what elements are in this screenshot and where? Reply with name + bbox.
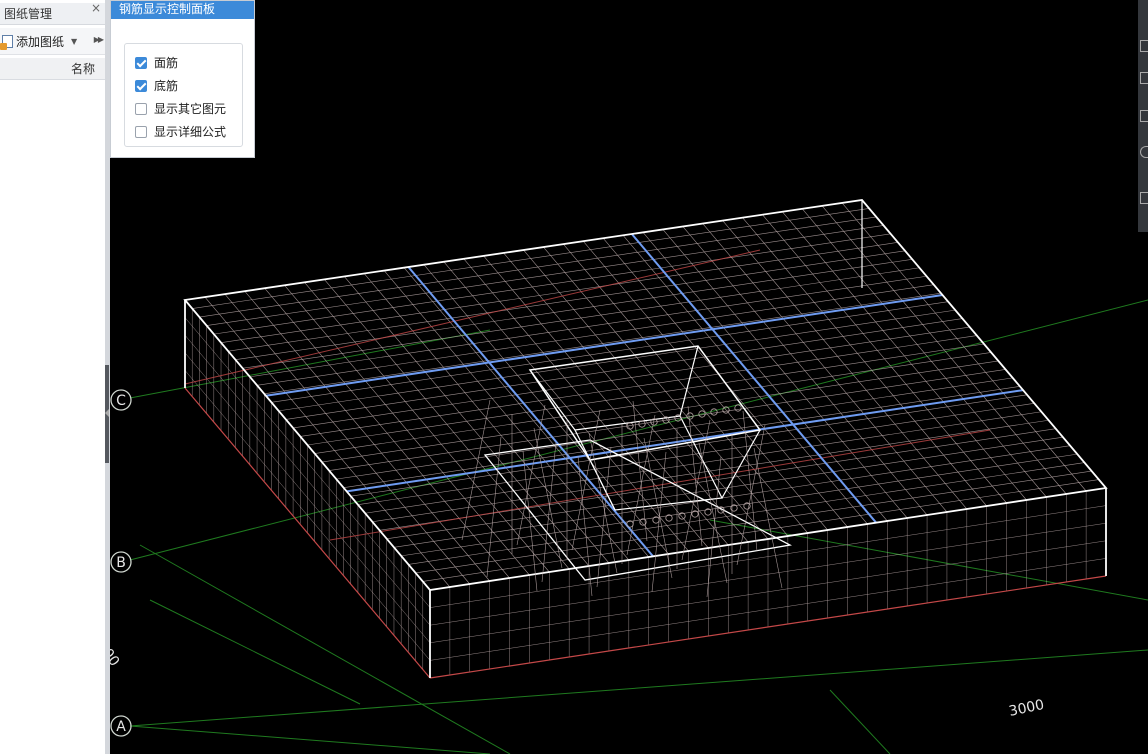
axis-line-diag-1 [139, 544, 511, 754]
collapse-handle[interactable] [105, 365, 109, 463]
inner-edge-red-1 [184, 249, 761, 385]
checkbox-top-rebar[interactable] [135, 56, 147, 69]
checkbox-show-detailed-formula[interactable] [135, 125, 147, 138]
toolbar-icon-5[interactable] [1140, 192, 1148, 204]
checkbox-bottom-rebar[interactable] [135, 79, 147, 92]
top-mesh-line-v [386, 436, 1063, 540]
option-top-rebar[interactable]: 面筋 [135, 54, 178, 71]
top-mesh-line-v [314, 352, 992, 454]
side-face-horizontal [184, 352, 431, 643]
toolbar-icon-3[interactable] [1140, 110, 1148, 122]
top-mesh-line-v [401, 453, 1078, 557]
option-show-detailed-formula[interactable]: 显示详细公式 [135, 123, 226, 140]
rebar-options-group: 面筋 底筋 显示其它图元 显示详细公式 [124, 43, 243, 147]
dimension-label-left: 3000 [110, 631, 122, 669]
pedestal-rebar-leg [533, 427, 563, 569]
axis-label-a: A [116, 719, 126, 735]
pedestal-rebar-leg [687, 405, 703, 547]
top-mesh-line-v [372, 419, 1049, 523]
axis-grid-lines [129, 299, 1148, 754]
option-show-detailed-formula-label: 显示详细公式 [154, 125, 227, 139]
rebar-display-control-panel: 钢筋显示控制面板 面筋 底筋 显示其它图元 显示详细公式 [110, 0, 255, 158]
pedestal-rebar-leg [541, 441, 557, 583]
center-line-blue-1 [265, 294, 943, 397]
top-mesh-line-v [329, 369, 1006, 471]
3d-viewport[interactable]: C B A 3000 3000 [110, 0, 1148, 754]
bottom-edge-side [184, 387, 431, 679]
top-mesh-line-v [408, 462, 1085, 565]
axis-line-c [129, 329, 491, 399]
slab-top-outline [183, 199, 1108, 591]
add-drawing-label: 添加图纸 [16, 35, 65, 49]
pedestal-rebar-leg [571, 409, 601, 551]
add-drawing-icon [0, 35, 13, 50]
top-mesh-line-u [762, 214, 1007, 504]
top-mesh-line-u [742, 217, 987, 507]
pedestal-edge-2 [679, 345, 699, 417]
top-mesh-line-u [642, 232, 888, 522]
top-mesh-line-u [662, 229, 908, 519]
axis-label-b: B [116, 555, 126, 571]
top-mesh-line-u [841, 202, 1087, 492]
pedestal-rebar-leg [486, 436, 502, 578]
top-mesh-line-u [821, 205, 1067, 495]
pane-toolbar: 添加图纸 ▼ ▶▶ [0, 28, 105, 55]
right-toolbar-strip [1138, 0, 1148, 232]
rebar-panel-title: 钢筋显示控制面板 [111, 1, 254, 19]
toolbar-icon-4[interactable] [1140, 146, 1148, 158]
rebar-section-circle [734, 404, 742, 412]
close-icon[interactable]: × [91, 0, 101, 19]
top-mesh-line-u [802, 208, 1047, 498]
top-mesh-line-v [422, 479, 1099, 582]
option-top-rebar-label: 面筋 [154, 56, 179, 70]
center-line-blue-2 [346, 389, 1024, 493]
top-mesh-line-u [782, 211, 1027, 501]
top-mesh-line-v [343, 386, 1020, 488]
dimension-label-right: 3000 [1008, 697, 1046, 720]
top-mesh-line-u [583, 240, 828, 531]
pedestal-edge-3 [721, 429, 761, 499]
option-bottom-rebar-label: 底筋 [154, 79, 179, 93]
pane-title-label: 图纸管理 [4, 7, 53, 21]
chevron-down-icon[interactable]: ▼ [71, 37, 77, 46]
option-show-other-elements-label: 显示其它图元 [154, 102, 227, 116]
toolbar-icon-2[interactable] [1140, 72, 1148, 84]
top-mesh-line-u [702, 223, 948, 513]
option-bottom-rebar[interactable]: 底筋 [135, 77, 178, 94]
rebar-3d-scene[interactable]: C B A 3000 3000 [110, 0, 1148, 754]
pane-title: 图纸管理 × [0, 0, 105, 25]
column-header-name[interactable]: 名称 [0, 58, 105, 80]
checkbox-show-other-elements[interactable] [135, 102, 147, 115]
option-show-other-elements[interactable]: 显示其它图元 [135, 100, 226, 117]
column-header-label: 名称 [70, 62, 95, 76]
top-mesh-line-u [622, 235, 868, 525]
rebar-section-circle [626, 520, 634, 528]
axis-line-a [129, 649, 1148, 727]
top-mesh-line-u [722, 220, 968, 510]
rebar-section-circle [710, 408, 718, 416]
axis-line-diag-4 [829, 689, 891, 754]
drawing-management-pane: 图纸管理 × 添加图纸 ▼ ▶▶ 名称 [0, 0, 105, 754]
inner-edge-red-2 [329, 429, 991, 541]
axis-line-b [129, 299, 1148, 561]
toolbar-icon-1[interactable] [1140, 40, 1148, 52]
axis-label-c: C [116, 393, 126, 409]
top-mesh-line-v [415, 470, 1092, 574]
axis-line-dim [129, 725, 491, 754]
foundation-slab [183, 199, 1108, 679]
top-mesh-line-v [336, 377, 1013, 480]
double-chevron-right-icon[interactable]: ▶▶ [94, 35, 104, 44]
top-mesh-line-v [350, 394, 1028, 497]
top-mesh-line-v [307, 343, 985, 446]
axis-line-diag-2 [709, 519, 1148, 601]
pedestal-rebar-leg [626, 414, 656, 556]
add-drawing-button[interactable]: 添加图纸 ▼ [0, 33, 77, 50]
pedestal-edge-1 [529, 369, 576, 431]
